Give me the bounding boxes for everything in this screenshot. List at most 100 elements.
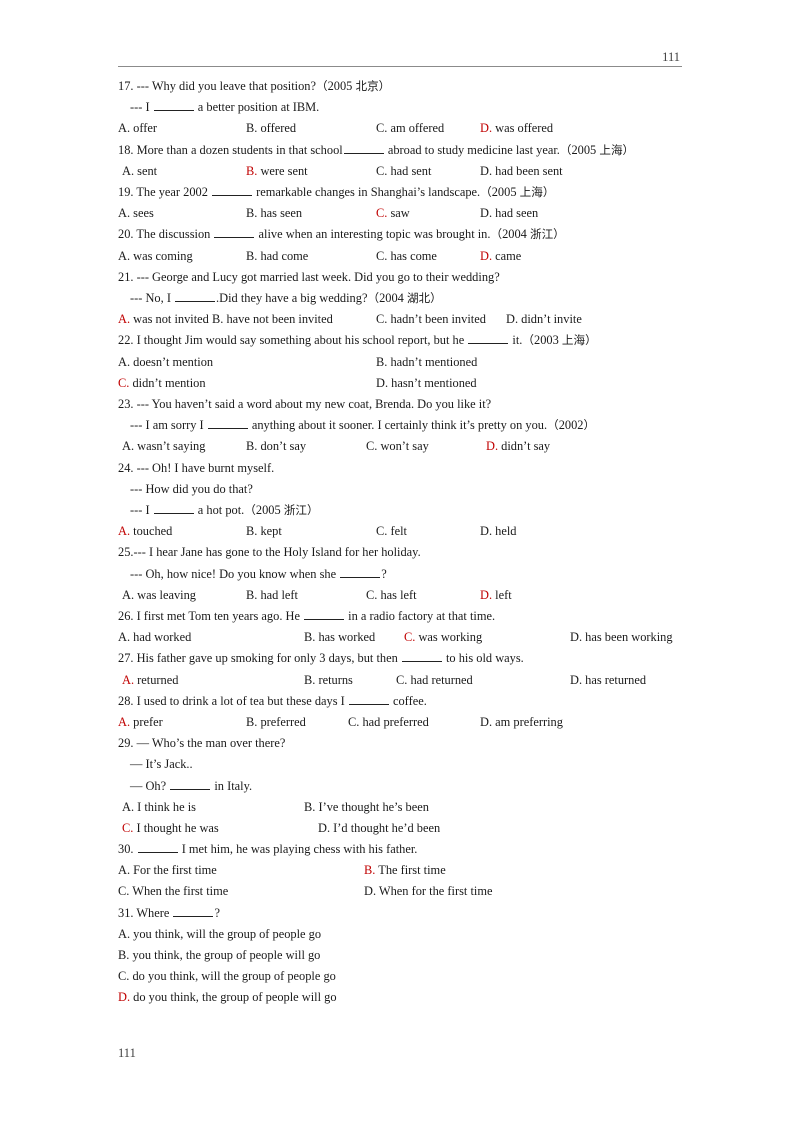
text-run: 31. Where [118, 905, 173, 920]
option-a[interactable]: A. was leaving [122, 585, 196, 606]
option-b[interactable]: B. The first time [364, 860, 446, 881]
question-stem-continued: — It’s Jack.. [118, 754, 688, 775]
option-a[interactable]: A. was not invited [118, 309, 209, 330]
option-c[interactable]: C. saw [376, 203, 410, 224]
option-letter: A. [118, 206, 131, 221]
option-c[interactable]: C. had sent [376, 161, 431, 182]
option-b[interactable]: B. offered [246, 118, 296, 139]
option-letter: B. [246, 714, 258, 729]
option-d[interactable]: D. was offered [480, 118, 553, 139]
option-a[interactable]: A. was coming [118, 246, 193, 267]
source-label-cjk: （ [315, 79, 328, 93]
option-c[interactable]: C. had preferred [348, 712, 429, 733]
option-b[interactable]: B. you think, the group of people will g… [118, 945, 320, 966]
question-block: 17. --- Why did you leave that position?… [118, 76, 688, 140]
option-d[interactable]: D. do you think, the group of people wil… [118, 987, 337, 1008]
option-b[interactable]: B. has seen [246, 203, 302, 224]
text-run: a better position at IBM. [194, 100, 320, 115]
option-b[interactable]: B. had come [246, 246, 308, 267]
question-stem: 25.--- I hear Jane has gone to the Holy … [118, 542, 688, 563]
question-block: 30. I met him, he was playing chess with… [118, 839, 688, 903]
answer-blank [173, 905, 214, 917]
option-text: I thought he was [133, 820, 219, 835]
option-letter: C. [366, 587, 378, 602]
option-a[interactable]: A. touched [118, 521, 172, 542]
option-c[interactable]: C. was working [404, 627, 482, 648]
option-b[interactable]: B. have not been invited [212, 309, 333, 330]
option-a[interactable]: A. doesn’t mention [118, 352, 213, 373]
text-run: 2005 [327, 79, 356, 93]
option-b[interactable]: B. preferred [246, 712, 306, 733]
option-a[interactable]: A. you think, will the group of people g… [118, 924, 321, 945]
option-text: returns [315, 672, 353, 687]
option-d[interactable]: D. had seen [480, 203, 538, 224]
option-c[interactable]: C. hadn’t been invited [376, 309, 486, 330]
option-a[interactable]: A. For the first time [118, 860, 217, 881]
option-c[interactable]: C. won’t say [366, 436, 429, 457]
option-c[interactable]: C. felt [376, 521, 407, 542]
option-b[interactable]: B. had left [246, 585, 298, 606]
option-text: When for the first time [376, 884, 493, 899]
option-d[interactable]: D. didn’t say [486, 436, 550, 457]
option-b[interactable]: B. kept [246, 521, 282, 542]
question-block: 22. I thought Jim would say something ab… [118, 330, 688, 394]
option-letter: C. [366, 439, 378, 454]
option-letter: B. [118, 948, 130, 963]
option-text: felt [387, 524, 407, 539]
option-d[interactable]: D. hasn’t mentioned [376, 373, 477, 394]
option-a[interactable]: A. returned [122, 670, 178, 691]
option-letter: C. [118, 375, 130, 390]
option-d[interactable]: D. left [480, 585, 512, 606]
option-text: don’t say [257, 439, 307, 454]
option-d[interactable]: D. has been working [570, 627, 673, 648]
text-run: — It’s Jack.. [130, 757, 193, 772]
option-b[interactable]: B. hadn’t mentioned [376, 352, 477, 373]
answer-blank [207, 417, 248, 430]
question-stem: 30. I met him, he was playing chess with… [118, 839, 688, 860]
option-b[interactable]: B. I’ve thought he’s been [304, 797, 429, 818]
option-c[interactable]: C. had returned [396, 670, 473, 691]
text-run: 27. His father gave up smoking for only … [118, 651, 401, 666]
text-run: it. [509, 333, 523, 348]
option-letter: B. [376, 354, 388, 369]
text-run: 29. — Who’s the man over there? [118, 736, 286, 751]
option-d[interactable]: D. came [480, 246, 521, 267]
option-letter: B. [246, 587, 258, 602]
option-d[interactable]: D. When for the first time [364, 881, 492, 902]
option-b[interactable]: B. don’t say [246, 436, 306, 457]
option-b[interactable]: B. has worked [304, 627, 375, 648]
option-c[interactable]: C. am offered [376, 118, 444, 139]
option-a[interactable]: A. I think he is [122, 797, 196, 818]
option-d[interactable]: D. didn’t invite [506, 309, 582, 330]
option-a[interactable]: A. sent [122, 161, 157, 182]
option-a[interactable]: A. had worked [118, 627, 191, 648]
option-c[interactable]: C. has come [376, 246, 437, 267]
option-d[interactable]: D. has returned [570, 670, 646, 691]
option-a[interactable]: A. prefer [118, 712, 163, 733]
option-c[interactable]: C. didn’t mention [118, 373, 206, 394]
option-letter: D. [480, 587, 493, 602]
option-a[interactable]: A. wasn’t saying [122, 436, 205, 457]
option-a[interactable]: A. sees [118, 203, 154, 224]
option-c[interactable]: C. When the first time [118, 881, 228, 902]
option-text: left [492, 587, 512, 602]
option-c[interactable]: C. do you think, will the group of peopl… [118, 966, 336, 987]
option-c[interactable]: C. has left [366, 585, 417, 606]
option-b[interactable]: B. returns [304, 670, 353, 691]
text-run: --- I am sorry I [130, 418, 207, 433]
option-d[interactable]: D. am preferring [480, 712, 563, 733]
option-d[interactable]: D. had been sent [480, 161, 563, 182]
option-d[interactable]: D. held [480, 521, 516, 542]
question-block: 31. Where ? A. you think, will the group … [118, 903, 688, 1009]
text-run: abroad to study medicine last year. [384, 142, 560, 157]
option-c[interactable]: C. I thought he was [122, 818, 219, 839]
option-text: kept [257, 524, 282, 539]
text-run: 2004 [502, 227, 530, 242]
option-d[interactable]: D. I’d thought he’d been [318, 818, 440, 839]
option-text: had sent [387, 163, 432, 178]
source-label-cjk: 上海） [519, 184, 555, 199]
option-a[interactable]: A. offer [118, 118, 157, 139]
option-row: D. do you think, the group of people wil… [118, 987, 688, 1008]
option-text: am offered [387, 121, 445, 136]
option-b[interactable]: B. were sent [246, 161, 308, 182]
